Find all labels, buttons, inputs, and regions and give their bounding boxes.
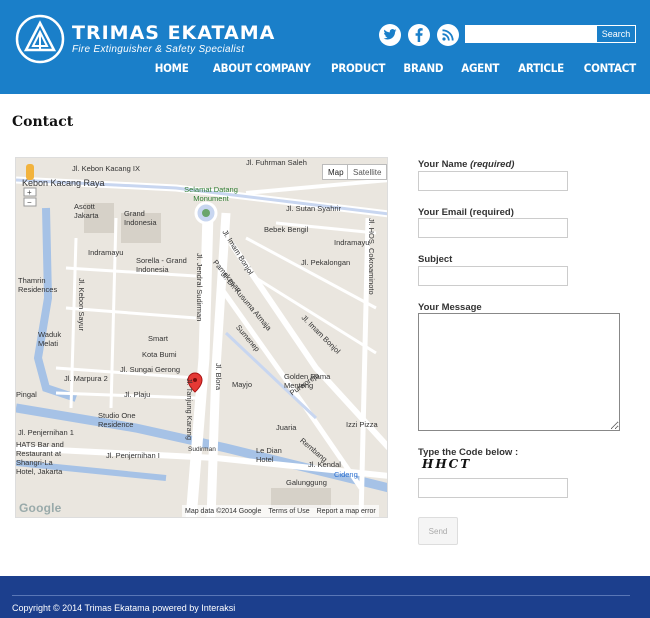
- map-label: Jl. Plaju: [124, 390, 151, 399]
- map-label: Smart: [148, 334, 169, 343]
- map-label: Indramayu: [334, 238, 370, 247]
- nav-brand[interactable]: BRAND: [403, 61, 443, 75]
- map-label: Jl. Penjernihan 1: [18, 428, 74, 437]
- subject-field[interactable]: [418, 266, 568, 286]
- facebook-icon[interactable]: [408, 24, 430, 46]
- terms-link[interactable]: Terms of Use: [268, 508, 309, 515]
- copyright-text: Copyright © 2014 Trimas Ekatama powered …: [12, 603, 236, 613]
- email-label: Your Email (required): [418, 207, 514, 218]
- map-label: Kota Bumi: [142, 350, 177, 359]
- nav-agent[interactable]: AGENT: [461, 61, 499, 75]
- site-footer: Copyright © 2014 Trimas Ekatama powered …: [0, 576, 650, 618]
- nav-article[interactable]: ARTICLE: [518, 61, 564, 75]
- map-label: Mayjo: [232, 380, 253, 389]
- svg-text:+: +: [27, 188, 32, 197]
- map-label: Sorella - Grand Indonesia: [136, 256, 187, 274]
- map-label: Waduk Melati: [38, 330, 62, 348]
- brand-subtitle: Fire Extinguisher & Safety Specialist: [72, 44, 245, 55]
- map-label: Jl. Kebon Sayur: [77, 278, 86, 331]
- map-label: Galunggung: [286, 478, 327, 487]
- brand-title[interactable]: TRIMAS EKATAMA: [72, 22, 275, 44]
- map-label: HATS Bar and Restaurant at Shangri-La Ho…: [16, 440, 64, 476]
- map-data-credit: Map data ©2014 Google: [185, 507, 262, 515]
- map-label: Jl. Fuhrman Saleh: [246, 158, 307, 167]
- google-logo[interactable]: Google: [19, 501, 62, 515]
- satellite-view-button[interactable]: Satellite: [347, 164, 387, 180]
- map-label: Jl. Pekalongan: [301, 258, 351, 267]
- map-label: Indramayu: [88, 248, 124, 257]
- map-label: Sudirman: [188, 446, 216, 453]
- page-title: Contact: [12, 114, 74, 130]
- nav-home[interactable]: HOME: [154, 61, 188, 75]
- map-label: Jl. Marpura 2: [64, 374, 108, 383]
- map-footer: Map data ©2014 Google Terms of Use Repor…: [182, 505, 379, 517]
- captcha-image: HHCT: [422, 457, 472, 471]
- map-label: Jl. Sutan Syahrir: [286, 204, 342, 213]
- subject-label: Subject: [418, 254, 453, 265]
- map-label: Le Dian Hotel: [256, 446, 282, 464]
- captcha-field[interactable]: [418, 478, 568, 498]
- twitter-icon[interactable]: [379, 24, 401, 46]
- nav-contact[interactable]: CONTACT: [584, 61, 636, 75]
- map-label: Grand Indonesia: [124, 209, 157, 227]
- map-label: Jl. Sungai Gerong: [120, 365, 181, 374]
- map-label: Jl. HOS. Cokroaminoto: [367, 218, 376, 295]
- google-map[interactable]: Map Satellite + − Jl. Kebon Kacang IX Ke…: [15, 157, 388, 518]
- email-field[interactable]: [418, 218, 568, 238]
- map-label: Studio One Residence: [98, 411, 136, 429]
- map-label: Pingal: [16, 390, 37, 399]
- search-input[interactable]: [465, 25, 596, 43]
- name-field[interactable]: [418, 171, 568, 191]
- map-view-button[interactable]: Map: [322, 164, 349, 180]
- main-nav: HOME ABOUT COMPANY PRODUCT BRAND AGENT A…: [137, 61, 636, 75]
- map-label: Jl. Blora: [214, 363, 223, 391]
- map-label: Jl. Kebon Kacang IX: [72, 164, 140, 173]
- nav-product[interactable]: PRODUCT: [331, 61, 385, 75]
- map-label: Thamrin Residences: [18, 276, 58, 294]
- rss-icon[interactable]: [437, 24, 459, 46]
- map-label: Jl. Jendral Sudirman: [195, 253, 204, 322]
- map-label: Kebon Kacang Raya: [22, 178, 105, 188]
- svg-text:−: −: [27, 198, 32, 207]
- map-label: Jl. Penjernihan I: [106, 451, 160, 460]
- map-label: Cideng: [334, 470, 358, 479]
- search-button[interactable]: Search: [596, 25, 636, 43]
- site-header: TRIMAS EKATAMA Fire Extinguisher & Safet…: [0, 0, 650, 94]
- logo-icon[interactable]: [15, 14, 65, 64]
- message-label: Your Message: [418, 302, 482, 313]
- report-error-link[interactable]: Report a map error: [317, 508, 376, 515]
- name-label: Your Name (required): [418, 159, 515, 170]
- footer-divider: [12, 595, 630, 596]
- nav-about-company[interactable]: ABOUT COMPANY: [213, 61, 311, 75]
- message-field[interactable]: [418, 313, 620, 431]
- map-label: Izzi Pizza: [346, 420, 378, 429]
- map-label: Juaria: [276, 423, 297, 432]
- send-button[interactable]: Send: [418, 517, 458, 545]
- map-label: Selamat Datang Monument: [184, 185, 238, 203]
- map-label: Bebek Bengil: [264, 225, 309, 234]
- map-label: Ascott Jakarta: [74, 202, 99, 220]
- map-label: Jl. Tanjung Karang: [185, 378, 194, 440]
